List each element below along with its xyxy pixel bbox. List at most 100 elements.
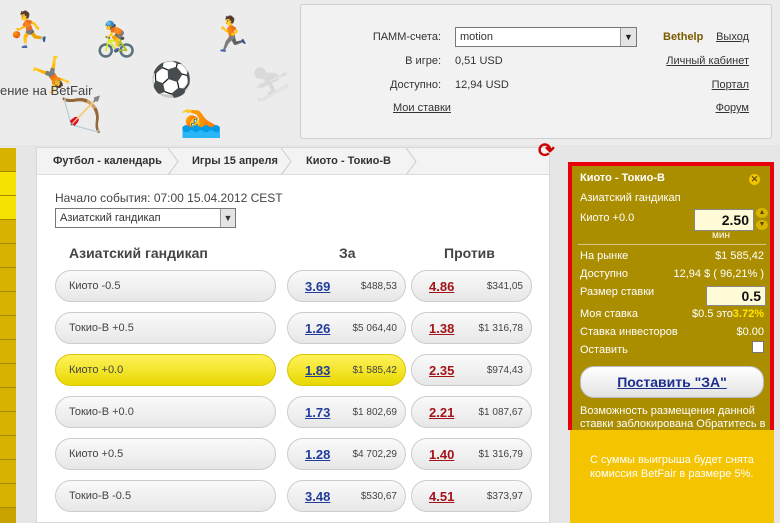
divider bbox=[578, 244, 766, 245]
available-label: Доступно: bbox=[389, 79, 441, 91]
lay-amount: $373,97 bbox=[486, 491, 523, 502]
in-play-value: 0,51 USD bbox=[455, 55, 503, 67]
market-select[interactable]: Азиатский гандикап ▼ bbox=[55, 208, 236, 228]
breadcrumb-separator-icon bbox=[280, 148, 292, 175]
sidebar-tab[interactable] bbox=[0, 340, 16, 364]
lay-odds[interactable]: 4.51 bbox=[429, 489, 454, 504]
portal-link[interactable]: Портал bbox=[712, 79, 749, 91]
investor-stake-label: Ставка инвесторов bbox=[580, 326, 678, 338]
back-odds[interactable]: 1.26 bbox=[305, 321, 330, 336]
selection-name[interactable]: Киото +0.5 bbox=[55, 438, 276, 470]
betslip-odds-input[interactable]: 2.50 bbox=[694, 209, 754, 231]
logout-link[interactable]: Выход bbox=[716, 31, 749, 43]
pamm-select-value: motion bbox=[460, 31, 494, 43]
sidebar-tab[interactable] bbox=[0, 316, 16, 340]
breadcrumb-item[interactable]: Киото - Токио-В bbox=[306, 155, 391, 167]
lay-odds[interactable]: 4.86 bbox=[429, 279, 454, 294]
back-odds[interactable]: 1.83 bbox=[305, 363, 330, 378]
lay-odds-button[interactable]: 1.38 $1 316,78 bbox=[411, 312, 532, 344]
back-odds-button[interactable]: 1.26 $5 064,40 bbox=[287, 312, 406, 344]
stake-input[interactable]: 0.5 bbox=[706, 286, 766, 306]
sidebar-tab[interactable] bbox=[0, 172, 16, 196]
sidebar-tab[interactable] bbox=[0, 292, 16, 316]
back-odds[interactable]: 1.28 bbox=[305, 447, 330, 462]
back-odds[interactable]: 1.73 bbox=[305, 405, 330, 420]
betslip-available-label: Доступно bbox=[580, 268, 629, 280]
sidebar-tab[interactable] bbox=[0, 244, 16, 268]
sport-figure-icon: ⛷ bbox=[250, 65, 294, 105]
refresh-icon[interactable]: ⟳ bbox=[538, 138, 555, 163]
lay-odds[interactable]: 1.38 bbox=[429, 321, 454, 336]
lay-odds-button[interactable]: 4.51 $373,97 bbox=[411, 480, 532, 512]
sidebar-tab[interactable] bbox=[0, 220, 16, 244]
market-panel: Футбол - календарь Игры 15 апреля Киото … bbox=[36, 147, 550, 523]
table-row: Киото +0.5 1.28 $4 702,29 1.40 $1 316,79 bbox=[55, 438, 533, 470]
back-odds-button[interactable]: 3.69 $488,53 bbox=[287, 270, 406, 302]
sidebar-tab[interactable] bbox=[0, 364, 16, 388]
back-odds-button[interactable]: 1.28 $4 702,29 bbox=[287, 438, 406, 470]
lay-odds[interactable]: 1.40 bbox=[429, 447, 454, 462]
lay-odds[interactable]: 2.21 bbox=[429, 405, 454, 420]
pamm-label: ПАММ-счета: bbox=[372, 31, 441, 43]
breadcrumb-separator-icon bbox=[405, 148, 417, 175]
breadcrumb-item[interactable]: Футбол - календарь bbox=[53, 155, 162, 167]
sidebar-tab[interactable] bbox=[0, 412, 16, 436]
selection-name[interactable]: Киото +0.0 bbox=[55, 354, 276, 386]
sidebar-tab[interactable] bbox=[0, 268, 16, 292]
sport-figure-icon: 🏃 bbox=[210, 15, 253, 55]
selection-name[interactable]: Токио-В +0.0 bbox=[55, 396, 276, 428]
odds-increase-icon[interactable]: ▲ bbox=[756, 208, 768, 218]
lay-odds-button[interactable]: 2.21 $1 087,67 bbox=[411, 396, 532, 428]
lay-odds[interactable]: 2.35 bbox=[429, 363, 454, 378]
selection-name[interactable]: Токио-В -0.5 bbox=[55, 480, 276, 512]
on-market-value: $1 585,42 bbox=[715, 250, 764, 262]
breadcrumb-item[interactable]: Игры 15 апреля bbox=[192, 155, 278, 167]
chevron-down-icon[interactable]: ▼ bbox=[220, 209, 235, 227]
odds-decrease-icon[interactable]: ▼ bbox=[756, 220, 768, 230]
selection-name[interactable]: Киото -0.5 bbox=[55, 270, 276, 302]
place-back-bet-button[interactable]: Поставить "ЗА" bbox=[580, 366, 764, 398]
back-odds[interactable]: 3.48 bbox=[305, 489, 330, 504]
betslip-selection: Киото +0.0 bbox=[580, 212, 635, 224]
keep-checkbox[interactable] bbox=[752, 341, 764, 353]
back-odds[interactable]: 3.69 bbox=[305, 279, 330, 294]
back-odds-button[interactable]: 1.83 $1 585,42 bbox=[287, 354, 406, 386]
back-amount: $1 802,69 bbox=[352, 407, 398, 418]
blocked-warning: Возможность размещения данной ставки заб… bbox=[580, 405, 766, 432]
cabinet-link[interactable]: Личный кабинет bbox=[666, 55, 749, 67]
chevron-down-icon[interactable]: ▼ bbox=[620, 28, 636, 46]
sidebar-tab[interactable] bbox=[0, 148, 16, 172]
lay-odds-button[interactable]: 1.40 $1 316,79 bbox=[411, 438, 532, 470]
table-row: Токио-В +0.5 1.26 $5 064,40 1.38 $1 316,… bbox=[55, 312, 533, 344]
back-odds-button[interactable]: 1.73 $1 802,69 bbox=[287, 396, 406, 428]
left-sidebar-rail bbox=[0, 148, 16, 523]
on-market-label: На рынке bbox=[580, 250, 629, 262]
sidebar-tab[interactable] bbox=[0, 196, 16, 220]
bicycle-icon: 🚴 bbox=[95, 20, 138, 60]
site-brand-text: ение на BetFair bbox=[0, 83, 93, 98]
stake-label: Размер ставки bbox=[580, 286, 655, 298]
sidebar-tab[interactable] bbox=[0, 460, 16, 484]
forum-link[interactable]: Форум bbox=[716, 102, 749, 114]
table-row: Токио-В +0.0 1.73 $1 802,69 2.21 $1 087,… bbox=[55, 396, 533, 428]
my-bets-link[interactable]: Мои ставки bbox=[393, 102, 451, 114]
lay-odds-button[interactable]: 2.35 $974,43 bbox=[411, 354, 532, 386]
market-select-value: Азиатский гандикап bbox=[60, 212, 161, 224]
column-header-lay: Против bbox=[444, 245, 495, 261]
lay-amount: $1 087,67 bbox=[478, 407, 524, 418]
back-odds-button[interactable]: 3.48 $530,67 bbox=[287, 480, 406, 512]
my-stake-label: Моя ставка bbox=[580, 308, 638, 320]
lay-amount: $974,43 bbox=[486, 365, 523, 376]
sport-figure-icon: 🏊 bbox=[180, 100, 223, 140]
bethelp-username: Bethelp bbox=[663, 31, 704, 43]
pamm-select[interactable]: motion ▼ bbox=[455, 27, 637, 47]
selection-name[interactable]: Токио-В +0.5 bbox=[55, 312, 276, 344]
sidebar-tab[interactable] bbox=[0, 388, 16, 412]
close-icon[interactable]: ✕ bbox=[749, 174, 760, 185]
bet-slip: Киото - Токио-В ✕ Азиатский гандикап Кио… bbox=[568, 162, 774, 432]
lay-amount: $1 316,79 bbox=[478, 449, 524, 460]
breadcrumb: Футбол - календарь Игры 15 апреля Киото … bbox=[37, 148, 549, 175]
sidebar-tab[interactable] bbox=[0, 436, 16, 460]
sidebar-tab[interactable] bbox=[0, 484, 16, 508]
lay-odds-button[interactable]: 4.86 $341,05 bbox=[411, 270, 532, 302]
